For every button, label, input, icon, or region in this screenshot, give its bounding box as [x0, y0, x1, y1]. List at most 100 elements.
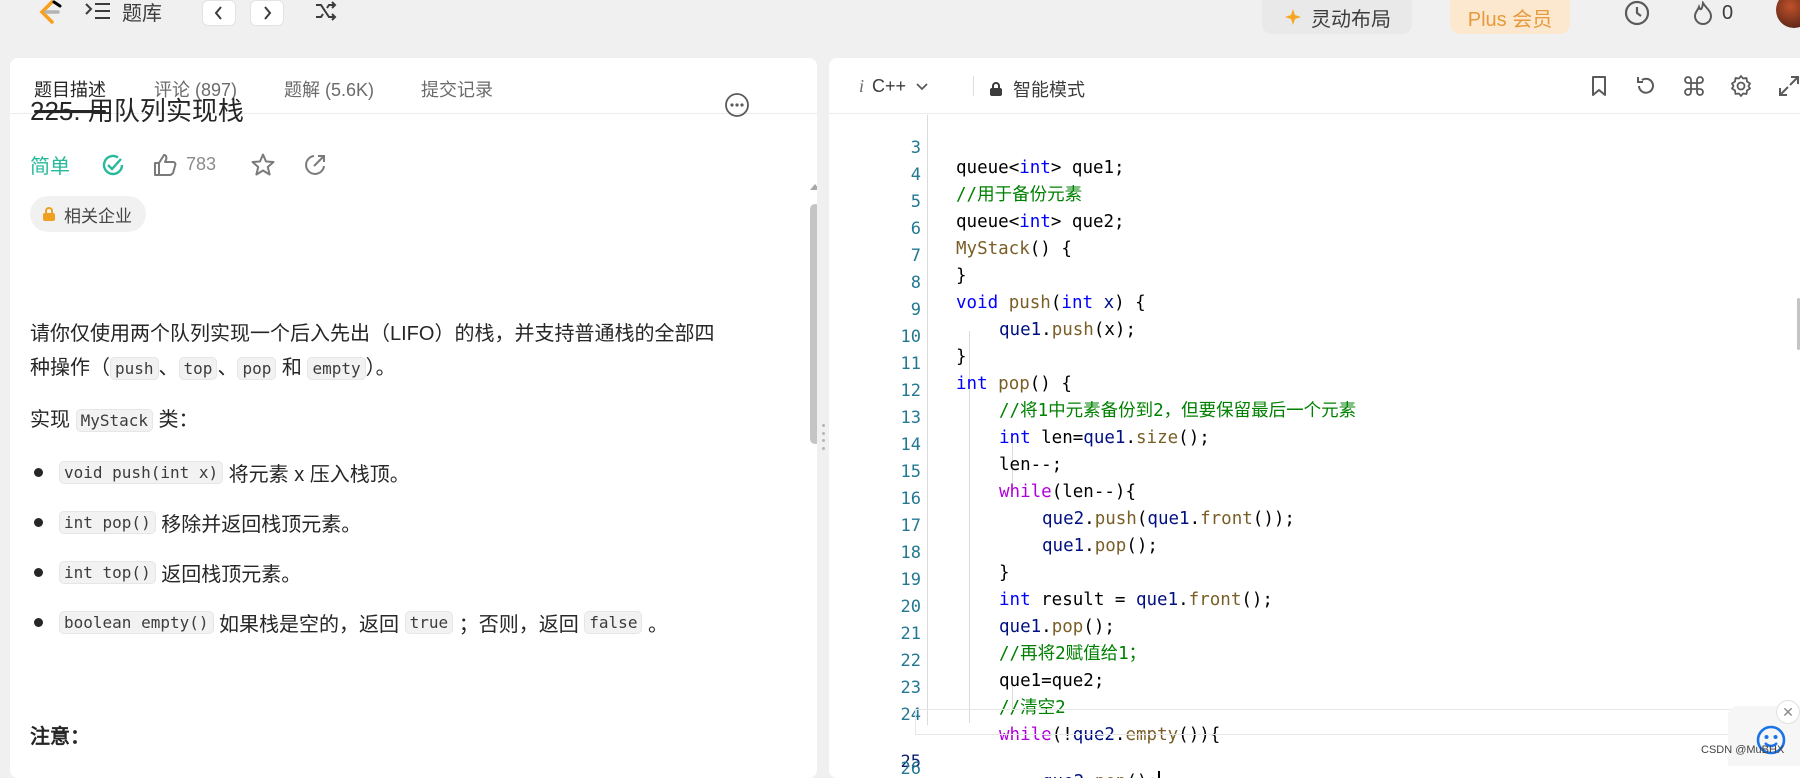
op-pop: pop [237, 357, 277, 380]
smart-layout-button[interactable]: 灵动布局 [1262, 0, 1412, 34]
list-item: boolean empty() 如果栈是空的，返回 true ；否则，返回 fa… [34, 608, 668, 637]
code-editor-panel: i C++ 智能模式 3 queue<int> que1; 4 //用于备份元素… [829, 58, 1800, 778]
check-circle-icon [102, 154, 124, 175]
sparkle-icon [1285, 9, 1301, 25]
code-line-current: 25 que2.pop(); [829, 709, 1800, 778]
bullet-dot [34, 618, 43, 627]
plus-membership-button[interactable]: Plus 会员 [1450, 0, 1570, 34]
star-icon[interactable] [250, 152, 276, 178]
class-name: MyStack [75, 409, 153, 432]
code-line: 13 int len=que1.size(); [829, 385, 1800, 448]
editor-toolbar: i C++ 智能模式 [829, 58, 1800, 114]
code-line: 6 MyStack() { [829, 196, 1800, 259]
code-line: 7 } [829, 223, 1800, 286]
leetcode-logo-icon[interactable] [34, 0, 62, 24]
code-line: 12 //将1中元素备份到2，但要保留最后一个元素 [829, 358, 1800, 421]
expand-icon[interactable] [1777, 74, 1800, 98]
intro-line-1: 请你仅使用两个队列实现一个后入先出（LIFO）的栈，并支持普通栈的全部四 [30, 323, 715, 345]
current-line-highlight [915, 709, 1775, 735]
list-item: int pop() 移除并返回栈顶元素。 [34, 508, 361, 537]
related-companies-tag[interactable]: 相关企业 [30, 196, 146, 232]
code-line: 20 que1.pop(); [829, 574, 1800, 637]
info-icon: i [859, 76, 865, 96]
plus-membership-label: Plus 会员 [1467, 8, 1553, 31]
prev-problem-button[interactable] [202, 0, 236, 26]
problem-title: 225. 用队列实现栈 [30, 96, 244, 126]
and-word: 和 [276, 357, 308, 379]
method-signature: void push(int x) [59, 461, 224, 484]
note-heading: 注意： [30, 726, 90, 748]
scroll-up-arrow-icon[interactable] [809, 182, 817, 192]
code-line: 26 } [829, 736, 1800, 778]
problem-bank-label: 题库 [122, 2, 162, 25]
problem-intro: 请你仅使用两个队列实现一个后入先出（LIFO）的栈，并支持普通栈的全部四 种操作… [30, 317, 760, 386]
bullet-dot [34, 568, 43, 577]
bookmark-icon[interactable] [1587, 74, 1611, 98]
chevron-left-icon [214, 6, 222, 20]
method-description: ；否则，返回 [453, 614, 585, 636]
lock-icon [990, 82, 1002, 96]
description-scrollbar[interactable] [808, 182, 817, 778]
method-description: 。 [642, 614, 669, 636]
panel-resize-handle[interactable] [819, 424, 827, 450]
implement-prefix: 实现 [30, 409, 76, 431]
top-nav-bar: 题库 灵动布局 Plus 会员 0 [0, 0, 1800, 46]
command-icon[interactable] [1682, 74, 1706, 98]
text-cursor [1157, 771, 1160, 778]
share-icon[interactable] [302, 152, 328, 178]
method-description: 移除并返回栈顶元素。 [155, 514, 362, 536]
smart-mode-label: 智能模式 [1013, 80, 1085, 100]
intro-line-2: 种操作（ push、 top、 pop 和 empty）。 [30, 351, 760, 386]
method-signature: int top() [59, 561, 156, 584]
code-line: 11 int pop() { [829, 331, 1800, 394]
streak-counter[interactable]: 0 [1692, 0, 1733, 26]
code-line: 24 while(!que2.empty()){ [829, 682, 1800, 745]
toolbar-divider [973, 76, 974, 96]
intro-prefix: 种操作（ [30, 357, 110, 379]
code-text: que2.pop(); [1042, 769, 1160, 778]
method-signature: boolean empty() [59, 611, 214, 634]
implement-suffix: 类： [153, 409, 199, 431]
close-icon[interactable]: ✕ [1776, 700, 1800, 724]
gear-icon[interactable] [1729, 74, 1753, 98]
method-signature: int pop() [59, 511, 156, 534]
more-icon[interactable] [724, 92, 750, 118]
line-number: 26 [900, 759, 921, 778]
code-line: 5 queue<int> que2; [829, 169, 1800, 232]
code-line: 23 //清空2 [829, 655, 1800, 718]
watermark: CSDN @MuBHX [1701, 744, 1785, 756]
code-editor[interactable]: 3 queue<int> que1; 4 //用于备份元素 5 queue<in… [829, 115, 1800, 778]
list-item: int top() 返回栈顶元素。 [34, 558, 301, 587]
reset-icon[interactable] [1634, 74, 1658, 98]
code-line: 10 } [829, 304, 1800, 367]
list-icon [85, 3, 110, 19]
avatar[interactable] [1776, 0, 1800, 28]
code-line: 21 //再将2赋值给1； [829, 601, 1800, 664]
op-empty: empty [307, 357, 366, 380]
code-line: 17 que1.pop(); [829, 493, 1800, 556]
value-false: false [584, 611, 643, 634]
next-problem-button[interactable] [250, 0, 284, 26]
tab-submissions[interactable]: 提交记录 [421, 76, 493, 102]
op-top: top [178, 357, 218, 380]
like-count: 783 [186, 154, 217, 174]
bullet-dot [34, 518, 43, 527]
tab-solutions[interactable]: 题解 (5.6K) [284, 76, 374, 102]
separator: 、 [158, 357, 179, 379]
problem-meta: 简单 783 [30, 150, 328, 179]
method-description: 将元素 x 压入栈顶。 [223, 464, 410, 486]
intro-suffix: ）。 [365, 357, 396, 379]
like-button[interactable]: 783 [152, 152, 216, 178]
problem-bank-link[interactable]: 题库 [84, 0, 162, 25]
scrollbar-thumb[interactable] [810, 204, 817, 444]
code-line: 14 len--; [829, 412, 1800, 475]
language-select[interactable]: i C++ [859, 76, 930, 97]
code-line: 22 que1=que2; [829, 628, 1800, 691]
shuffle-icon[interactable] [314, 0, 338, 22]
smart-mode-toggle[interactable]: 智能模式 [989, 76, 1085, 102]
code-line: 3 queue<int> que1; [829, 115, 1800, 178]
alarm-clock-icon[interactable] [1622, 0, 1652, 26]
bullet-dot [34, 468, 43, 477]
difficulty-badge: 简单 [30, 156, 70, 178]
list-item: void push(int x) 将元素 x 压入栈顶。 [34, 458, 410, 487]
